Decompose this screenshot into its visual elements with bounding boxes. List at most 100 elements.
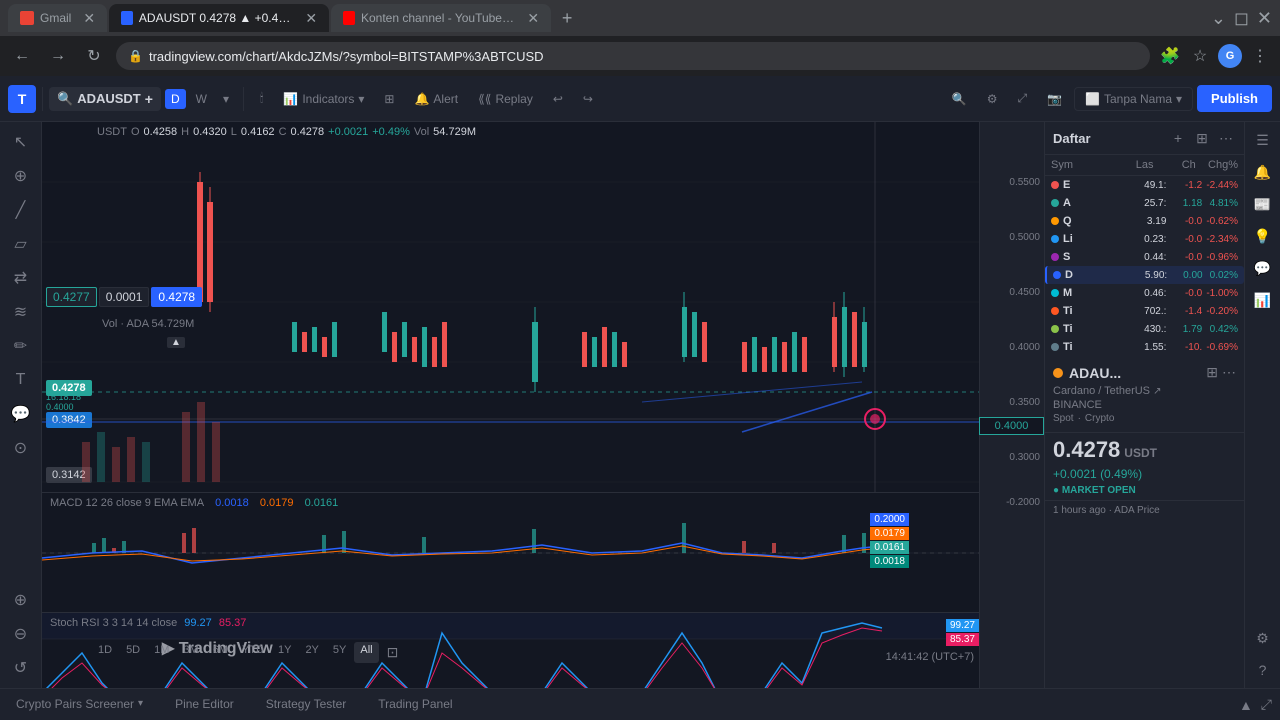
- undo-button[interactable]: ↩: [545, 88, 571, 110]
- search-toolbar-button[interactable]: 🔍: [944, 88, 975, 110]
- news-icon[interactable]: 📰: [1249, 190, 1277, 218]
- help-icon[interactable]: ?: [1249, 656, 1277, 684]
- watchlist-item-1[interactable]: A 25.7: 1.18 4.81%: [1045, 194, 1244, 212]
- layout-button[interactable]: ⊞: [376, 88, 402, 110]
- magnet-tool[interactable]: ⊙: [5, 432, 37, 464]
- extensions-icon[interactable]: 🧩: [1158, 44, 1182, 68]
- tab-gmail-close[interactable]: ✕: [83, 10, 95, 27]
- watchlist-item-6[interactable]: M 0.46: -0.0 -1.00%: [1045, 284, 1244, 302]
- tab-restore-icon[interactable]: ◻: [1234, 8, 1249, 29]
- new-tab-button[interactable]: +: [553, 4, 581, 32]
- input-box-1[interactable]: 0.4277: [46, 287, 97, 307]
- fib-tool[interactable]: ≋: [5, 296, 37, 328]
- chat-icon[interactable]: 💬: [1249, 254, 1277, 282]
- period-5d[interactable]: 5D: [120, 642, 146, 663]
- reset-zoom-tool[interactable]: ↺: [5, 652, 37, 684]
- tab-youtube[interactable]: Konten channel - YouTube Studi... ✕: [331, 4, 551, 32]
- input-box-3[interactable]: 0.4278: [151, 287, 202, 307]
- menu-icon[interactable]: ⋮: [1248, 44, 1272, 68]
- add-watchlist-icon[interactable]: +: [1168, 128, 1188, 148]
- redo-button[interactable]: ↪: [575, 88, 601, 110]
- zoom-out-tool[interactable]: ⊖: [5, 618, 37, 650]
- tab-gmail[interactable]: Gmail ✕: [8, 4, 107, 32]
- profile-avatar[interactable]: G: [1218, 44, 1242, 68]
- period-2y[interactable]: 2Y: [299, 642, 324, 663]
- period-custom[interactable]: ⊡: [381, 642, 405, 663]
- alerts-icon[interactable]: 🔔: [1249, 158, 1277, 186]
- tv-logo[interactable]: T: [8, 85, 36, 113]
- period-1m[interactable]: 1M: [148, 642, 175, 663]
- add-symbol-icon[interactable]: +: [145, 91, 153, 107]
- symbol-selector[interactable]: 🔍 ADAUSDT +: [49, 87, 161, 111]
- settings-button[interactable]: ⚙: [979, 88, 1006, 110]
- more-icon[interactable]: ⋯: [1222, 364, 1236, 381]
- tab-trading-panel[interactable]: Trading Panel: [370, 689, 460, 720]
- chart-area[interactable]: USDT O 0.4258 H 0.4320 L 0.4162 C 0.4278…: [42, 122, 1044, 688]
- tab-minimize-icon[interactable]: ⌄: [1211, 8, 1226, 29]
- daftar-button[interactable]: Daftar: [1053, 131, 1091, 146]
- vol-value: 54.729M: [433, 126, 476, 138]
- back-button[interactable]: ←: [8, 42, 36, 70]
- tab-yt-close[interactable]: ✕: [527, 10, 539, 27]
- external-link-icon[interactable]: ↗: [1153, 386, 1161, 397]
- refresh-button[interactable]: ↻: [80, 42, 108, 70]
- watchlist-icon[interactable]: ☰: [1249, 126, 1277, 154]
- watchlist-item-8[interactable]: Ti 430.: 1.79 0.42%: [1045, 320, 1244, 338]
- tab-x-icon[interactable]: ✕: [1257, 8, 1272, 29]
- annotate-tool[interactable]: 💬: [5, 398, 37, 430]
- watchlist-more-icon[interactable]: ⋯: [1216, 128, 1236, 148]
- watchlist-item-9[interactable]: Ti 1.55: -10. -0.69%: [1045, 338, 1244, 356]
- publish-button[interactable]: Publish: [1197, 85, 1272, 112]
- bookmark-icon[interactable]: ☆: [1188, 44, 1212, 68]
- item-dot-9: [1051, 343, 1059, 351]
- period-1d[interactable]: 1D: [92, 642, 118, 663]
- brush-tool[interactable]: ✏: [5, 330, 37, 362]
- period-1y[interactable]: 1Y: [272, 642, 297, 663]
- period-all[interactable]: All: [354, 642, 378, 663]
- watchlist-item-2[interactable]: Q 3.19 -0.0 -0.62%: [1045, 212, 1244, 230]
- replay-button[interactable]: ⟪⟪ Replay: [470, 88, 541, 110]
- watchlist-item-5[interactable]: D 5.90: 0.00 0.02%: [1045, 266, 1244, 284]
- text-tool[interactable]: T: [5, 364, 37, 396]
- trend-line-tool[interactable]: ╱: [5, 194, 37, 226]
- settings-right-icon[interactable]: ⚙: [1249, 624, 1277, 652]
- data-icon[interactable]: 📊: [1249, 286, 1277, 314]
- tab-crypto-screener[interactable]: Crypto Pairs Screener ▾: [8, 689, 151, 720]
- watchlist-item-4[interactable]: S 0.44: -0.0 -0.96%: [1045, 248, 1244, 266]
- alert-button[interactable]: 🔔 Alert: [406, 88, 466, 110]
- period-ytd[interactable]: YTD: [236, 642, 270, 663]
- zoom-in-tool[interactable]: ⊕: [5, 584, 37, 616]
- period-5y[interactable]: 5Y: [327, 642, 352, 663]
- address-bar[interactable]: 🔒 tradingview.com/chart/AkdcJZMs/?symbol…: [116, 42, 1150, 70]
- expand-bottom-icon[interactable]: ⤢: [1261, 696, 1272, 713]
- watchlist-item-7[interactable]: Ti 702.: -1.4 -0.20%: [1045, 302, 1244, 320]
- ideas-icon[interactable]: 💡: [1249, 222, 1277, 250]
- tab-strategy-tester[interactable]: Strategy Tester: [258, 689, 354, 720]
- layout-name[interactable]: ⬜ Tanpa Nama ▾: [1074, 87, 1193, 111]
- timeframe-d[interactable]: D: [165, 89, 186, 109]
- collapse-bottom-icon[interactable]: ▲: [1239, 697, 1253, 713]
- watchlist-item-0[interactable]: E 49.1: -1.2 -2.44%: [1045, 176, 1244, 194]
- tab-tv-close[interactable]: ✕: [305, 10, 317, 27]
- forward-button[interactable]: →: [44, 42, 72, 70]
- tab-tradingview[interactable]: ADAUSDT 0.4278 ▲ +0.49% Ta... ✕: [109, 4, 329, 32]
- tab-pine-editor[interactable]: Pine Editor: [167, 689, 242, 720]
- watchlist-grid-icon[interactable]: ⊞: [1192, 128, 1212, 148]
- input-box-2[interactable]: 0.0001: [99, 287, 150, 307]
- period-3m[interactable]: 3M: [177, 642, 204, 663]
- projection-tool[interactable]: ⇄: [5, 262, 37, 294]
- cursor-tool[interactable]: ↖: [5, 126, 37, 158]
- item-price-1: 25.7:: [1127, 198, 1167, 209]
- indicators-button[interactable]: 📊 Indicators ▾: [275, 88, 372, 110]
- camera-button[interactable]: 📷: [1039, 88, 1070, 110]
- timeframe-w[interactable]: W: [190, 89, 213, 109]
- grid-view-icon[interactable]: ⊞: [1206, 364, 1218, 381]
- chart-type-button[interactable]: 🕯: [252, 87, 271, 110]
- watchlist-item-3[interactable]: Li 0.23: -0.0 -2.34%: [1045, 230, 1244, 248]
- crosshair-tool[interactable]: ⊕: [5, 160, 37, 192]
- macd-hist: 0.0161: [305, 497, 339, 509]
- shapes-tool[interactable]: ▱: [5, 228, 37, 260]
- fullscreen-button[interactable]: ⤢: [1009, 87, 1035, 110]
- period-6m[interactable]: 6M: [207, 642, 234, 663]
- timeframe-dropdown[interactable]: ▾: [217, 89, 235, 109]
